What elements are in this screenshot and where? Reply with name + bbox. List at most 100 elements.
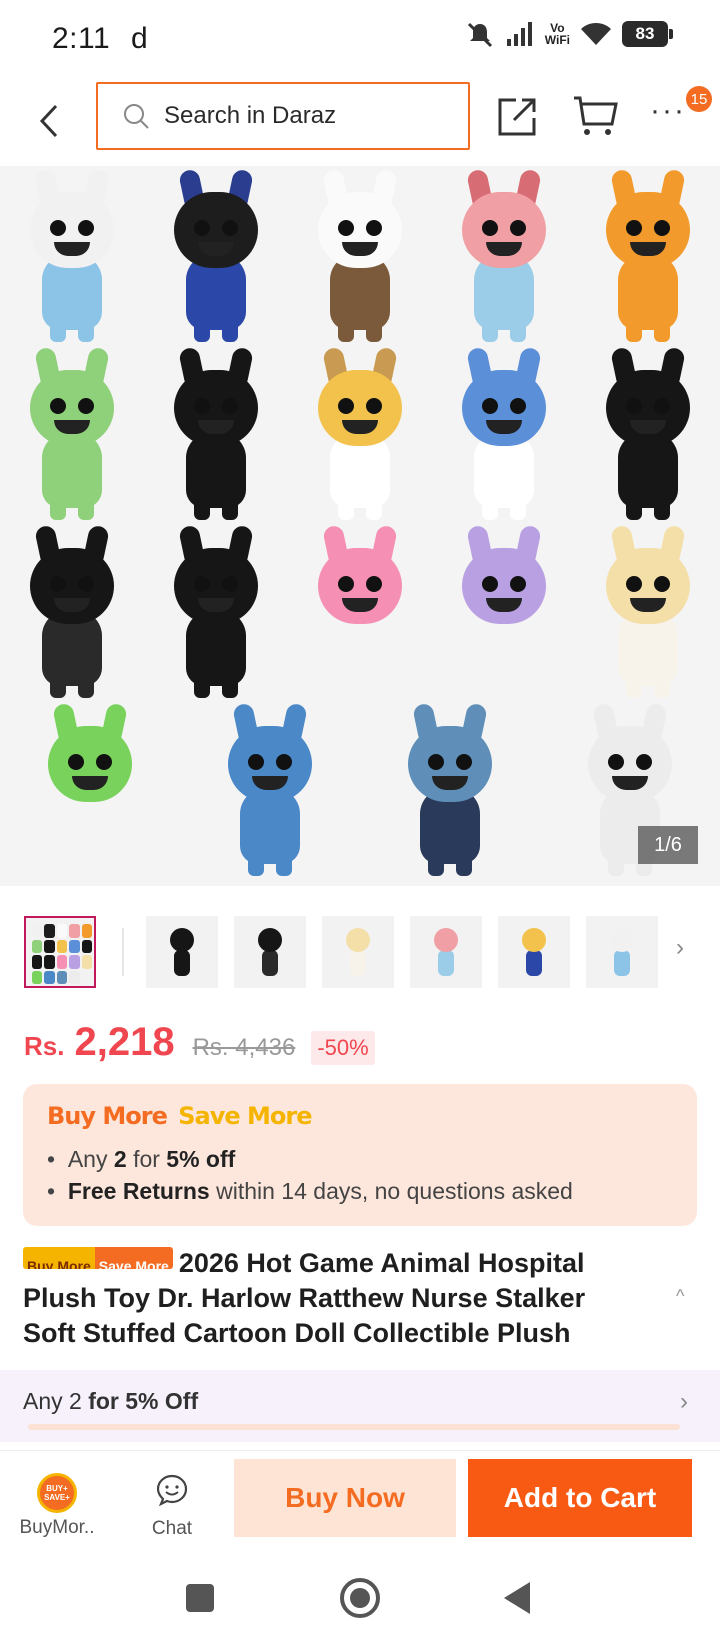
plush-figure xyxy=(288,168,432,348)
image-counter: 1/6 xyxy=(638,826,698,864)
promo-line1-offer: 5% off xyxy=(166,1146,236,1172)
add-to-cart-button[interactable]: Add to Cart xyxy=(468,1459,692,1537)
product-title: Buy More Save More 2026 Hot Game Animal … xyxy=(23,1246,643,1351)
plush-figure xyxy=(144,168,288,348)
bundle-prefix: Any 2 xyxy=(23,1388,82,1414)
mute-icon xyxy=(467,22,492,48)
share-icon[interactable] xyxy=(496,94,540,138)
bundle-offer-bar[interactable]: Any 2 for 5% Off › xyxy=(0,1370,720,1442)
plush-eye xyxy=(276,754,292,770)
title-collapse-chevron-icon[interactable]: ^ xyxy=(676,1286,684,1307)
bundle-progress-bar xyxy=(28,1424,680,1430)
plush-eye xyxy=(78,398,94,414)
promo-line2-bold: Free Returns xyxy=(67,1178,210,1204)
plush-figure xyxy=(144,346,288,526)
promo-card[interactable]: Buy More Save More • Any 2 for 5% off • … xyxy=(23,1084,697,1226)
promo-line-returns: • Free Returns within 14 days, no questi… xyxy=(47,1178,573,1205)
plush-eye xyxy=(222,220,238,236)
buymore-icon-bottom: SAVE+ xyxy=(44,1493,70,1502)
collage-dot xyxy=(44,939,55,953)
thumbnail-image[interactable] xyxy=(498,916,570,988)
search-input[interactable]: Search in Daraz xyxy=(96,82,470,150)
plush-figure xyxy=(198,702,342,882)
original-price: Rs. 4,436 xyxy=(192,1034,296,1061)
collage-dot xyxy=(44,955,55,969)
bullet: • xyxy=(47,1178,68,1204)
collage-dot xyxy=(56,924,68,938)
buymore-icon-top: BUY+ xyxy=(46,1484,68,1493)
bundle-offer-text: Any 2 for 5% Off xyxy=(23,1388,198,1415)
discount-badge: -50% xyxy=(311,1031,375,1065)
buy-more-save-more-badge: Buy More Save More xyxy=(23,1247,173,1269)
buymore-icon: BUY+ SAVE+ xyxy=(37,1473,77,1513)
system-back-icon[interactable] xyxy=(504,1582,530,1614)
thumbnail-plush-head xyxy=(258,928,282,952)
collage-dot xyxy=(56,939,68,953)
collage-dot xyxy=(44,924,55,938)
thumbnail-divider xyxy=(122,928,124,976)
thumbnail-image[interactable] xyxy=(234,916,306,988)
chat-label: Chat xyxy=(151,1518,193,1539)
notification-letter: d xyxy=(131,22,149,55)
thumbnail-plush-body xyxy=(438,950,454,976)
collage-dot xyxy=(56,970,68,984)
chat-icon xyxy=(156,1474,188,1507)
collage-dot xyxy=(69,955,80,969)
collage-preview xyxy=(32,924,92,984)
plush-head xyxy=(174,192,258,268)
plush-eye xyxy=(456,754,472,770)
battery-level: 83 xyxy=(635,24,655,43)
thumbnail-image[interactable] xyxy=(146,916,218,988)
plush-figure xyxy=(576,346,720,526)
buymore-button[interactable]: BUY+ SAVE+ BuyMor.. xyxy=(12,1473,102,1539)
collage-dot xyxy=(44,970,55,984)
android-nav-bar xyxy=(0,1550,720,1640)
thumbnail-plush-head xyxy=(522,928,546,952)
back-arrow-icon[interactable] xyxy=(30,96,70,146)
plush-head xyxy=(30,192,114,268)
plush-head xyxy=(462,548,546,624)
plush-figure xyxy=(432,524,576,704)
plush-eye xyxy=(78,576,94,592)
plush-head xyxy=(462,192,546,268)
thumbnail-image[interactable] xyxy=(322,916,394,988)
collage-dot xyxy=(81,955,92,969)
price-currency: Rs. xyxy=(24,1031,65,1061)
promo-line1-middle: for xyxy=(133,1146,160,1172)
product-image-gallery[interactable]: 1/6 xyxy=(0,166,720,886)
thumbnail-collage[interactable] xyxy=(24,916,96,988)
thumbnail-next-chevron-icon[interactable]: › xyxy=(676,934,684,962)
plush-head xyxy=(30,370,114,446)
status-time: 2:11 d xyxy=(52,22,148,56)
collage-dot xyxy=(81,939,92,953)
home-icon[interactable] xyxy=(340,1578,380,1618)
plush-eye xyxy=(654,398,670,414)
plush-eye xyxy=(338,220,354,236)
thumbnail-image[interactable] xyxy=(410,916,482,988)
chat-button[interactable]: Chat xyxy=(132,1473,212,1540)
price-value: 2,218 xyxy=(74,1020,175,1064)
buy-now-button[interactable]: Buy Now xyxy=(234,1459,456,1537)
plush-head xyxy=(174,548,258,624)
top-nav: Search in Daraz ··· 15 xyxy=(0,78,720,166)
price-row: Rs. 2,218 Rs. 4,436 -50% xyxy=(24,1020,375,1070)
thumbnail-strip: › xyxy=(0,906,720,1002)
buymore-label: BuyMor.. xyxy=(19,1517,95,1538)
cart-icon[interactable] xyxy=(572,94,618,138)
plush-figure xyxy=(288,346,432,526)
collage-dot xyxy=(32,924,43,938)
plush-head xyxy=(318,548,402,624)
collage-dot xyxy=(69,970,80,984)
plush-head xyxy=(606,192,690,268)
plush-eye xyxy=(96,754,112,770)
plush-head xyxy=(462,370,546,446)
plush-eye xyxy=(482,576,498,592)
thumbnail-image[interactable] xyxy=(586,916,658,988)
more-options-button[interactable]: ··· xyxy=(650,96,690,136)
cart-count-badge: 15 xyxy=(686,86,712,112)
plush-eye xyxy=(366,576,382,592)
vowifi-bottom: WiFi xyxy=(544,33,570,47)
recents-icon[interactable] xyxy=(186,1584,214,1612)
plush-head xyxy=(318,370,402,446)
plush-head xyxy=(588,726,672,802)
